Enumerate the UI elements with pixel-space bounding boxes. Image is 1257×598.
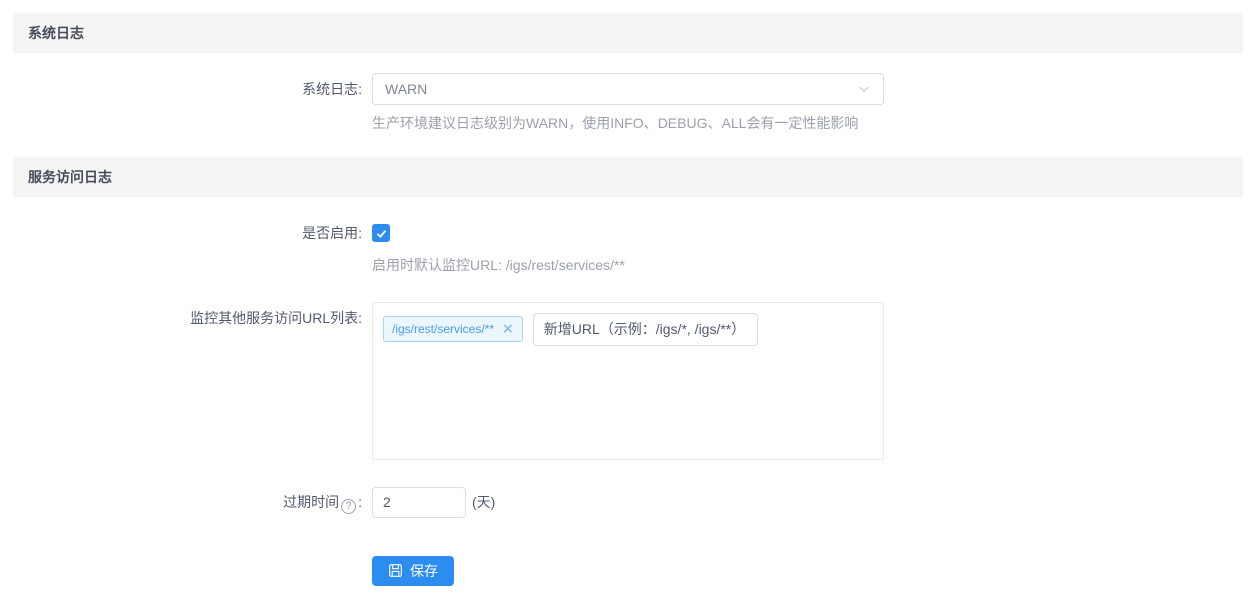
enable-label: 是否启用: bbox=[0, 224, 362, 242]
tag-close-icon[interactable]: × bbox=[502, 322, 514, 336]
monitor-url-list-label: 监控其他服务访问URL列表: bbox=[0, 302, 362, 326]
save-button[interactable]: 保存 bbox=[372, 556, 454, 586]
system-log-level-label: 系统日志: bbox=[0, 73, 362, 105]
log-level-helper-text: 生产环境建议日志级别为WARN，使用INFO、DEBUG、ALL会有一定性能影响 bbox=[372, 114, 1257, 132]
expire-time-label: 过期时间?: bbox=[0, 487, 362, 518]
expire-unit-label: (天) bbox=[472, 487, 495, 518]
expire-time-row: 过期时间?: (天) bbox=[0, 487, 1257, 518]
enable-helper-text: 启用时默认监控URL: /igs/rest/services/** bbox=[372, 256, 1257, 274]
check-icon bbox=[375, 227, 388, 240]
section-header-access-log: 服务访问日志 bbox=[13, 157, 1243, 197]
url-tag-container: /igs/rest/services/** × bbox=[372, 302, 884, 460]
url-tag-text: /igs/rest/services/** bbox=[392, 322, 494, 336]
log-level-select[interactable]: WARN bbox=[372, 73, 884, 105]
floppy-disk-icon bbox=[388, 563, 403, 578]
add-url-input[interactable] bbox=[533, 313, 758, 346]
url-tag: /igs/rest/services/** × bbox=[383, 316, 523, 342]
save-row: 保存 bbox=[0, 556, 1257, 586]
log-level-selected-value: WARN bbox=[385, 81, 427, 97]
expire-days-input[interactable] bbox=[372, 487, 466, 518]
expire-label-colon: : bbox=[358, 494, 362, 510]
save-button-label: 保存 bbox=[410, 561, 438, 581]
chevron-down-icon bbox=[857, 82, 871, 96]
section-header-system-log: 系统日志 bbox=[13, 13, 1243, 53]
system-log-level-row: 系统日志: WARN bbox=[0, 73, 1257, 105]
monitor-url-list-row: 监控其他服务访问URL列表: /igs/rest/services/** × bbox=[0, 302, 1257, 460]
enable-checkbox[interactable] bbox=[372, 224, 390, 242]
enable-row: 是否启用: bbox=[0, 224, 1257, 243]
question-circle-icon[interactable]: ? bbox=[341, 499, 356, 514]
